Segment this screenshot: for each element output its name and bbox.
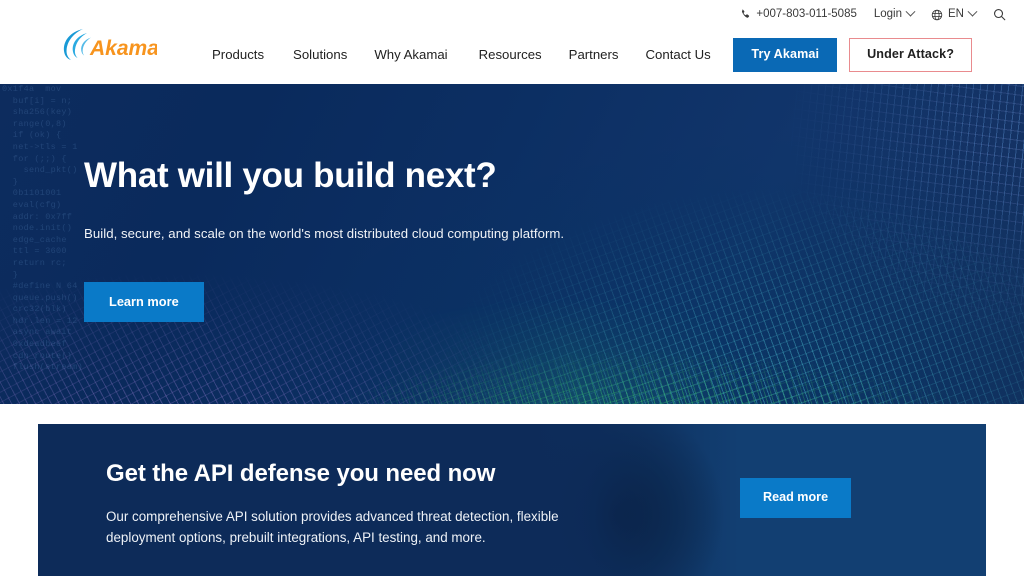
header-cta-group: Try Akamai Under Attack?: [733, 38, 972, 72]
nav-item-solutions[interactable]: Solutions: [293, 46, 374, 64]
api-defense-banner: Get the API defense you need now Our com…: [38, 424, 986, 576]
search-button[interactable]: [993, 8, 1006, 21]
search-icon: [993, 8, 1006, 21]
nav-item-contact-us[interactable]: Contact Us: [646, 46, 738, 64]
page-root: +007-803-011-5085 Login EN Akam Products…: [0, 0, 1024, 576]
hero-content: What will you build next? Build, secure,…: [84, 155, 564, 322]
banner-title: Get the API defense you need now: [106, 460, 496, 487]
akamai-logo[interactable]: Akamai: [61, 27, 166, 61]
banner-content: Get the API defense you need now Our com…: [106, 459, 596, 548]
svg-text:Akamai: Akamai: [89, 37, 157, 60]
login-label: Login: [873, 7, 903, 20]
chevron-down-icon: [967, 6, 978, 17]
chevron-down-icon: [905, 6, 916, 17]
banner-description: Our comprehensive API solution provides …: [106, 509, 559, 545]
read-more-button[interactable]: Read more: [740, 478, 852, 518]
login-menu[interactable]: Login: [873, 6, 916, 21]
hero-section: 0x1f4a mov buf[i] = n; sha256(key) range…: [0, 84, 1024, 404]
nav-item-products[interactable]: Products: [212, 46, 293, 64]
hero-title: What will you build next?: [84, 156, 497, 195]
site-header: +007-803-011-5085 Login EN Akam Products…: [0, 0, 1024, 84]
language-label: EN: [948, 7, 964, 20]
nav-item-resources[interactable]: Resources: [479, 46, 569, 64]
phone-icon: [740, 9, 751, 20]
learn-more-button[interactable]: Learn more: [84, 282, 204, 322]
utility-nav: +007-803-011-5085 Login EN: [740, 6, 1006, 21]
nav-item-partners[interactable]: Partners: [569, 46, 646, 64]
language-menu[interactable]: EN: [931, 6, 978, 21]
main-nav: Products Solutions Why Akamai Resources …: [212, 46, 738, 64]
globe-icon: [931, 9, 943, 21]
phone-link[interactable]: +007-803-011-5085: [740, 7, 857, 21]
nav-item-why-akamai[interactable]: Why Akamai: [374, 46, 478, 64]
try-akamai-button[interactable]: Try Akamai: [733, 38, 838, 72]
hero-subtitle: Build, secure, and scale on the world's …: [84, 226, 565, 241]
phone-number: +007-803-011-5085: [756, 7, 857, 20]
under-attack-button[interactable]: Under Attack?: [849, 38, 972, 72]
section-gap: [0, 404, 1024, 424]
